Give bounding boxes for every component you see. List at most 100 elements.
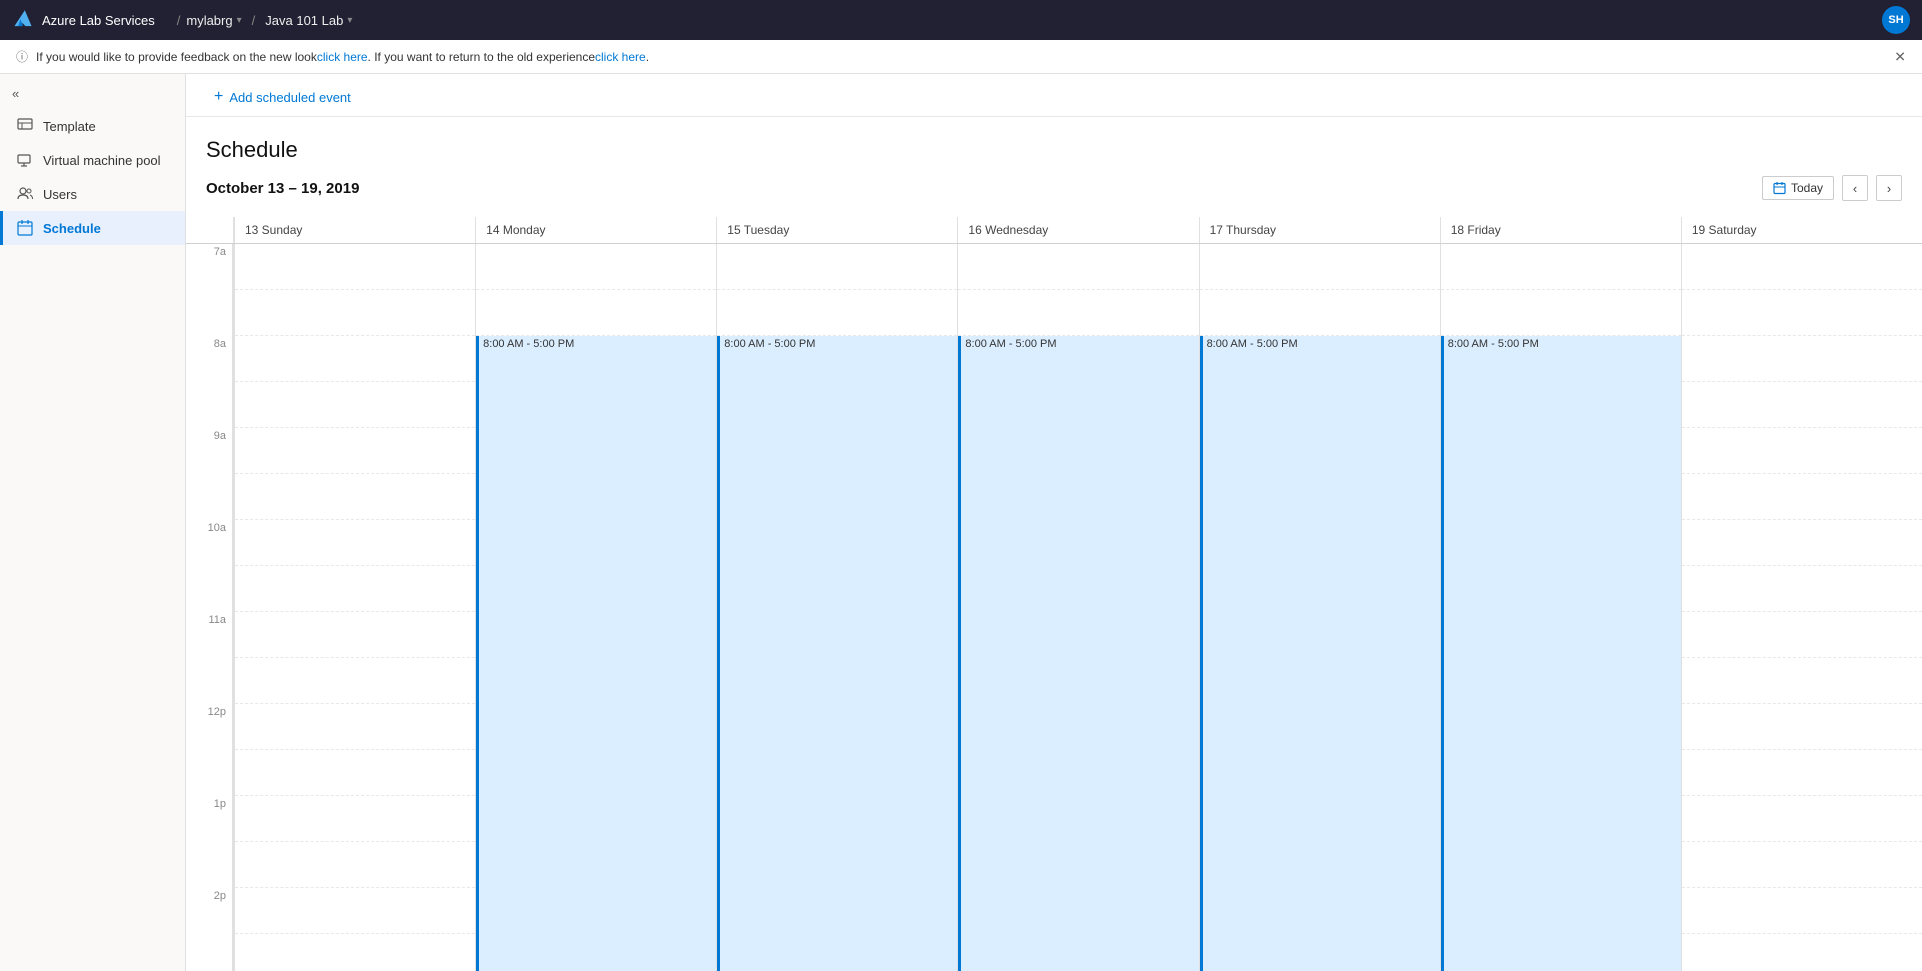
event-block[interactable]: 8:00 AM - 5:00 PM↻ xyxy=(958,336,1198,971)
next-week-button[interactable]: › xyxy=(1876,175,1902,201)
day-cell xyxy=(1682,658,1922,704)
day-cell xyxy=(476,244,716,290)
day-header-tue: 15 Tuesday xyxy=(716,217,957,243)
day-cell xyxy=(1682,750,1922,796)
sidebar-item-schedule[interactable]: Schedule xyxy=(0,211,185,245)
time-label: 1p xyxy=(186,796,233,842)
day-cell xyxy=(958,290,1198,336)
nav-controls: Today ‹ › xyxy=(1762,175,1902,201)
chevron-down-icon: ▾ xyxy=(237,15,242,26)
breadcrumb-sep: / xyxy=(252,13,256,28)
sidebar-item-template-label: Template xyxy=(43,119,96,134)
breadcrumb-mylabrg[interactable]: mylabrg ▾ xyxy=(186,13,241,28)
day-cell xyxy=(235,704,475,750)
event-label: 8:00 AM - 5:00 PM xyxy=(965,338,1056,350)
sidebar-item-vm-pool[interactable]: Virtual machine pool xyxy=(0,143,185,177)
avatar[interactable]: SH xyxy=(1882,6,1910,34)
day-col-sun[interactable] xyxy=(234,244,475,971)
day-cell xyxy=(235,934,475,971)
day-cell xyxy=(1682,290,1922,336)
users-icon xyxy=(17,186,33,202)
day-cell xyxy=(1682,336,1922,382)
calendar-scroll[interactable]: 13 Sunday 14 Monday 15 Tuesday 16 Wednes… xyxy=(186,217,1922,971)
brand: Azure Lab Services xyxy=(12,9,155,31)
schedule-icon xyxy=(17,220,33,236)
vm-icon xyxy=(17,152,33,168)
day-col-thu[interactable]: 8:00 AM - 5:00 PM↻ xyxy=(1199,244,1440,971)
day-cell xyxy=(1682,474,1922,520)
collapse-icon: « xyxy=(12,86,19,101)
day-col-mon[interactable]: 8:00 AM - 5:00 PM↻ xyxy=(475,244,716,971)
day-header-sun: 13 Sunday xyxy=(234,217,475,243)
schedule-section-header: Schedule October 13 – 19, 2019 Today ‹ xyxy=(186,117,1922,217)
schedule-nav: October 13 – 19, 2019 Today ‹ › xyxy=(206,175,1902,209)
event-block[interactable]: 8:00 AM - 5:00 PM↻ xyxy=(1441,336,1681,971)
day-cell xyxy=(235,796,475,842)
template-icon xyxy=(17,118,33,134)
feedback-close-button[interactable]: ✕ xyxy=(1894,48,1906,65)
day-col-sat[interactable] xyxy=(1681,244,1922,971)
add-scheduled-event-button[interactable]: + Add scheduled event xyxy=(206,84,359,110)
day-cell xyxy=(235,566,475,612)
feedback-bar: ⓘ If you would like to provide feedback … xyxy=(0,40,1922,74)
day-col-tue[interactable]: 8:00 AM - 5:00 PM↻ xyxy=(716,244,957,971)
time-label: 12p xyxy=(186,704,233,750)
day-cell xyxy=(235,842,475,888)
day-cell xyxy=(235,750,475,796)
sidebar: « Template Virtual machine pool xyxy=(0,74,186,971)
event-label: 8:00 AM - 5:00 PM xyxy=(1207,338,1298,350)
event-label: 8:00 AM - 5:00 PM xyxy=(724,338,815,350)
time-label xyxy=(186,658,233,704)
day-cell xyxy=(1682,842,1922,888)
day-cell xyxy=(717,244,957,290)
day-col-fri[interactable]: 8:00 AM - 5:00 PM↻ xyxy=(1440,244,1681,971)
day-cell xyxy=(235,612,475,658)
breadcrumb-lab[interactable]: Java 101 Lab ▾ xyxy=(265,13,352,28)
time-gutter-header xyxy=(186,217,234,243)
time-label: 7a xyxy=(186,244,233,290)
time-label xyxy=(186,934,233,971)
day-header-fri: 18 Friday xyxy=(1440,217,1681,243)
time-label: 8a xyxy=(186,336,233,382)
day-cell xyxy=(235,290,475,336)
feedback-link2[interactable]: click here xyxy=(595,50,646,64)
day-header-wed: 16 Wednesday xyxy=(957,217,1198,243)
breadcrumb: mylabrg ▾ / Java 101 Lab ▾ xyxy=(186,13,352,28)
sidebar-item-users[interactable]: Users xyxy=(0,177,185,211)
event-block[interactable]: 8:00 AM - 5:00 PM↻ xyxy=(476,336,716,971)
day-cell xyxy=(235,336,475,382)
day-cell xyxy=(1200,290,1440,336)
day-cell xyxy=(717,290,957,336)
calendar-wrapper: 13 Sunday 14 Monday 15 Tuesday 16 Wednes… xyxy=(186,217,1922,971)
event-block[interactable]: 8:00 AM - 5:00 PM↻ xyxy=(717,336,957,971)
day-cell xyxy=(1682,612,1922,658)
nav-separator: / xyxy=(177,13,181,28)
time-label xyxy=(186,382,233,428)
sidebar-collapse-button[interactable]: « xyxy=(0,78,185,109)
day-cell xyxy=(476,290,716,336)
day-cell xyxy=(1682,428,1922,474)
time-label xyxy=(186,750,233,796)
prev-week-button[interactable]: ‹ xyxy=(1842,175,1868,201)
date-range: October 13 – 19, 2019 xyxy=(206,180,359,197)
day-cell xyxy=(1200,244,1440,290)
event-block[interactable]: 8:00 AM - 5:00 PM↻ xyxy=(1200,336,1440,971)
layout: « Template Virtual machine pool xyxy=(0,74,1922,971)
sidebar-item-template[interactable]: Template xyxy=(0,109,185,143)
feedback-link1[interactable]: click here xyxy=(317,50,368,64)
calendar-today-icon xyxy=(1773,182,1786,195)
info-icon: ⓘ xyxy=(16,48,28,65)
day-cell xyxy=(235,244,475,290)
time-label xyxy=(186,842,233,888)
time-label xyxy=(186,290,233,336)
day-cell xyxy=(1682,566,1922,612)
today-button[interactable]: Today xyxy=(1762,176,1834,200)
day-col-wed[interactable]: 8:00 AM - 5:00 PM↻ xyxy=(957,244,1198,971)
day-cell xyxy=(235,428,475,474)
day-header-thu: 17 Thursday xyxy=(1199,217,1440,243)
azure-logo-icon xyxy=(12,9,34,31)
day-header-mon: 14 Monday xyxy=(475,217,716,243)
event-label: 8:00 AM - 5:00 PM xyxy=(1448,338,1539,350)
day-cell xyxy=(1682,796,1922,842)
calendar-body: 7a8a9a10a11a12p1p2p3p4p5p6p8:00 AM - 5:0… xyxy=(186,244,1922,971)
